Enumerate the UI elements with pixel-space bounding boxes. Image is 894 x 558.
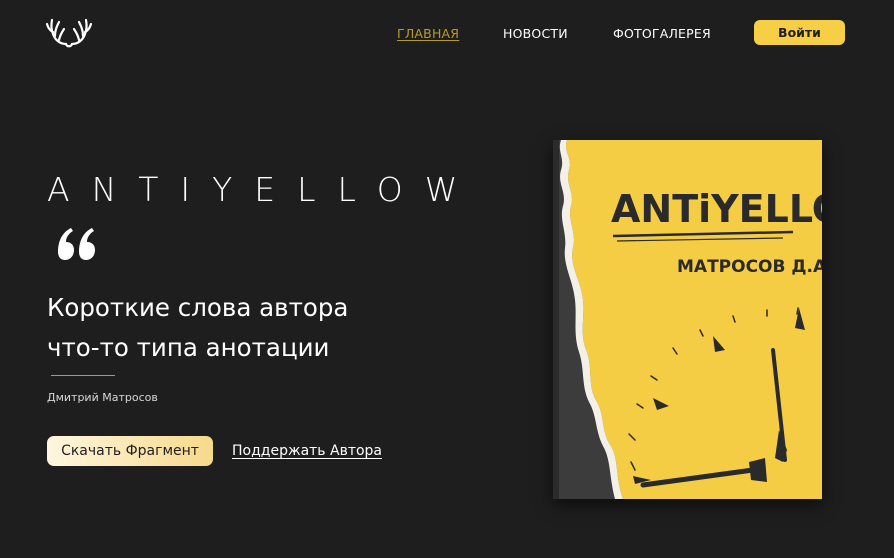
nav-news-link[interactable]: НОВОСТИ xyxy=(503,26,568,41)
nav-gallery-link[interactable]: ФОТОГАЛЕРЕЯ xyxy=(613,26,711,41)
book-author: МАТРОСОВ Д.А. xyxy=(677,257,822,277)
tagline-line-1: Короткие слова автора xyxy=(47,293,349,322)
author-name: Дмитрий Матросов xyxy=(47,391,158,404)
tagline-line-2: что-то типа анотации xyxy=(47,333,330,362)
book-cover: ANTiYELLOW МАТРОСОВ Д.А. xyxy=(553,140,822,499)
book-title: ANTiYELLOW xyxy=(611,187,822,231)
quote-icon xyxy=(56,226,98,262)
landing-page: ГЛАВНАЯ НОВОСТИ ФОТОГАЛЕРЕЯ Войти ANTIYE… xyxy=(0,0,894,558)
deer-antlers-icon[interactable] xyxy=(45,17,93,49)
download-fragment-button[interactable]: Скачать Фрагмент xyxy=(47,436,213,466)
nav-home-link[interactable]: ГЛАВНАЯ xyxy=(397,26,459,41)
divider xyxy=(51,375,115,376)
login-button[interactable]: Войти xyxy=(754,20,845,45)
support-author-link[interactable]: Поддержать Автора xyxy=(232,443,382,459)
tagline: Короткие слова автора что-то типа анотац… xyxy=(47,288,467,368)
hero-title: ANTIYELLOW xyxy=(47,170,480,209)
